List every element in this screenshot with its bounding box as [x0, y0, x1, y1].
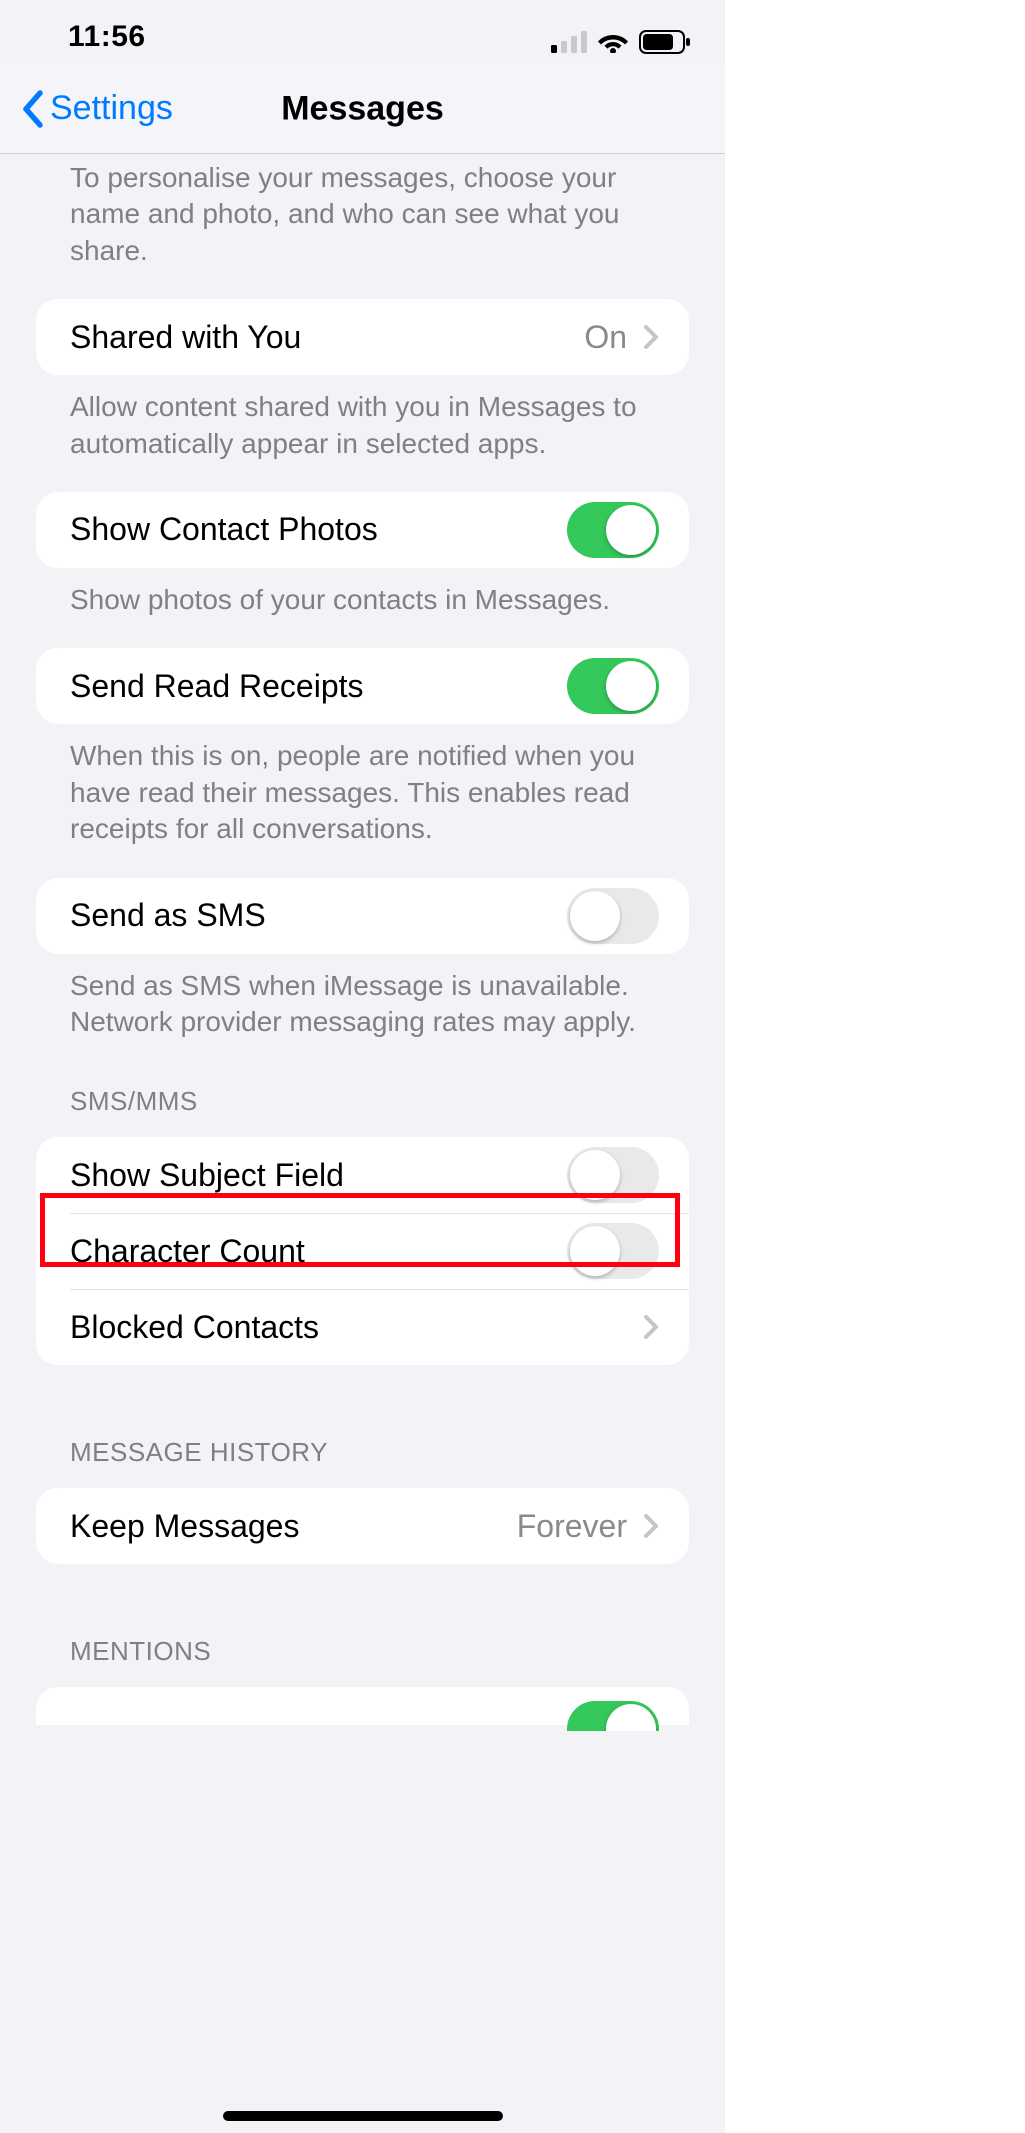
char-count-toggle[interactable]: [567, 1223, 659, 1279]
personalise-footer: To personalise your messages, choose you…: [0, 154, 725, 269]
keep-messages-row[interactable]: Keep Messages Forever: [36, 1488, 689, 1564]
home-indicator[interactable]: [223, 2111, 503, 2121]
back-button[interactable]: Settings: [0, 89, 173, 128]
shared-with-you-footer: Allow content shared with you in Message…: [0, 375, 725, 462]
phone-frame: 11:56: [0, 0, 725, 2133]
cellular-icon: [551, 31, 587, 53]
sms-mms-header: SMS/MMS: [0, 1040, 725, 1127]
contact-photos-group: Show Contact Photos: [36, 492, 689, 568]
send-sms-row: Send as SMS: [36, 878, 689, 954]
read-receipts-row: Send Read Receipts: [36, 648, 689, 724]
send-sms-group: Send as SMS: [36, 878, 689, 954]
shared-with-you-label: Shared with You: [70, 319, 584, 356]
sms-mms-group: Show Subject Field Character Count Block…: [36, 1137, 689, 1365]
mentions-group-peek: [36, 1687, 689, 1725]
chevron-right-icon: [643, 1314, 659, 1340]
status-bar: 11:56: [0, 0, 725, 64]
wifi-icon: [597, 31, 629, 53]
mentions-header: MENTIONS: [0, 1564, 725, 1677]
message-history-header: MESSAGE HISTORY: [0, 1365, 725, 1478]
send-sms-toggle[interactable]: [567, 888, 659, 944]
subject-field-row: Show Subject Field: [36, 1137, 689, 1213]
mentions-toggle-peek[interactable]: [567, 1701, 659, 1731]
chevron-right-icon: [643, 324, 659, 350]
chevron-left-icon: [20, 90, 44, 128]
read-receipts-label: Send Read Receipts: [70, 668, 567, 705]
subject-field-toggle[interactable]: [567, 1147, 659, 1203]
shared-with-you-value: On: [584, 319, 627, 356]
shared-with-you-group: Shared with You On: [36, 299, 689, 375]
page-title: Messages: [281, 89, 444, 128]
keep-messages-label: Keep Messages: [70, 1508, 517, 1545]
read-receipts-toggle[interactable]: [567, 658, 659, 714]
send-sms-label: Send as SMS: [70, 897, 567, 934]
read-receipts-footer: When this is on, people are notified whe…: [0, 724, 725, 847]
read-receipts-group: Send Read Receipts: [36, 648, 689, 724]
nav-bar: Settings Messages: [0, 64, 725, 154]
contact-photos-label: Show Contact Photos: [70, 511, 567, 548]
char-count-label: Character Count: [70, 1233, 567, 1270]
page-background-right: [725, 0, 1025, 2133]
battery-icon: [639, 30, 691, 54]
send-sms-footer: Send as SMS when iMessage is unavailable…: [0, 954, 725, 1041]
contact-photos-toggle[interactable]: [567, 502, 659, 558]
keep-messages-group: Keep Messages Forever: [36, 1488, 689, 1564]
contact-photos-footer: Show photos of your contacts in Messages…: [0, 568, 725, 618]
status-icons: [551, 30, 691, 54]
keep-messages-value: Forever: [517, 1508, 627, 1545]
status-time: 11:56: [68, 20, 146, 54]
subject-field-label: Show Subject Field: [70, 1157, 567, 1194]
chevron-right-icon: [643, 1513, 659, 1539]
back-label: Settings: [50, 89, 173, 128]
shared-with-you-row[interactable]: Shared with You On: [36, 299, 689, 375]
char-count-row: Character Count: [36, 1213, 689, 1289]
contact-photos-row: Show Contact Photos: [36, 492, 689, 568]
blocked-contacts-row[interactable]: Blocked Contacts: [36, 1289, 689, 1365]
blocked-contacts-label: Blocked Contacts: [70, 1309, 643, 1346]
content-scroll[interactable]: To personalise your messages, choose you…: [0, 154, 725, 2133]
